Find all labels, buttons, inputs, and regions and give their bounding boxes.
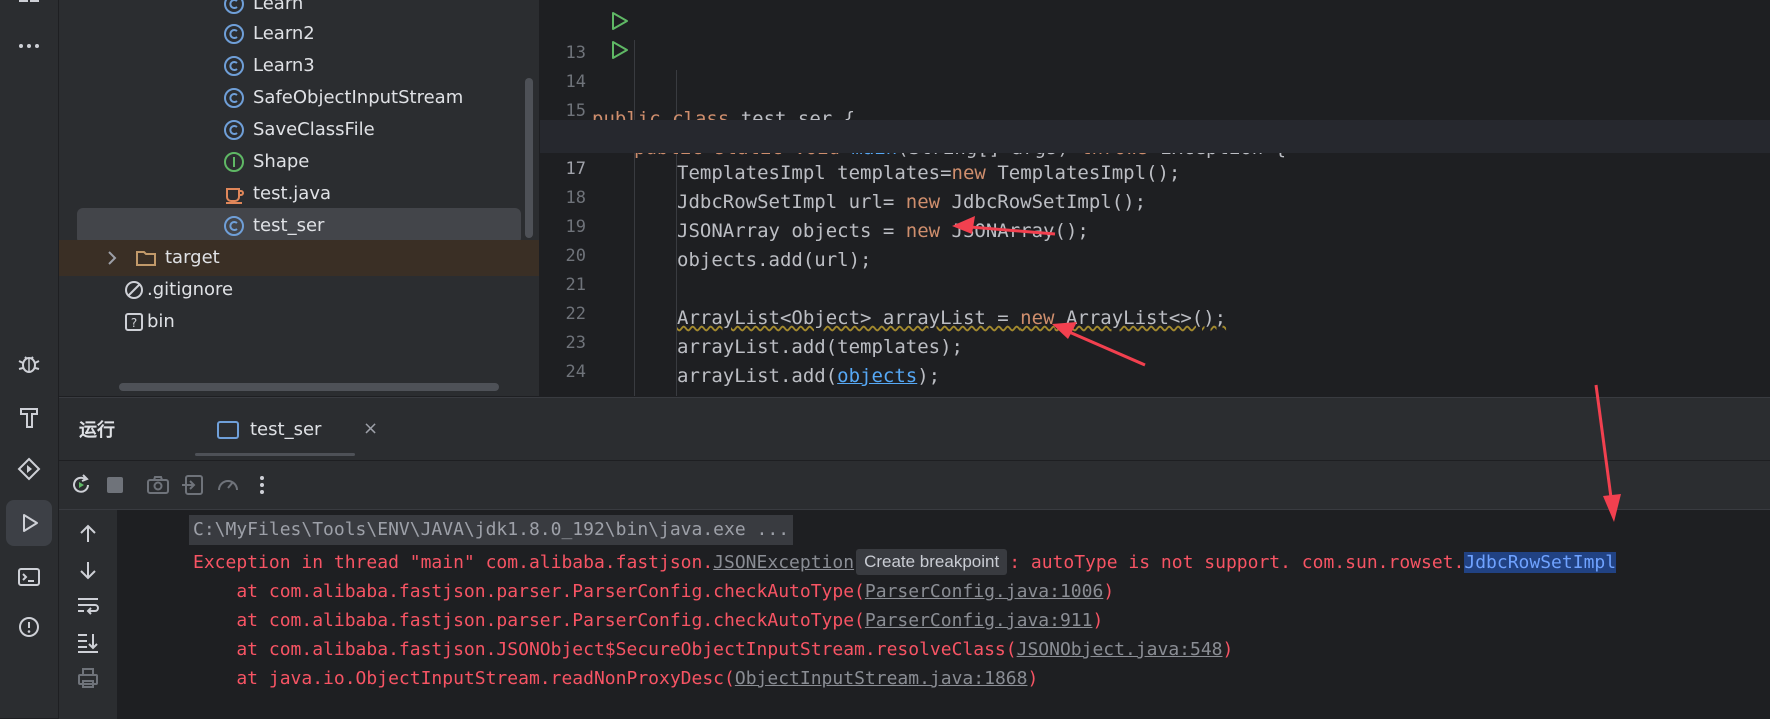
java-class-icon [224, 0, 244, 14]
code-editor[interactable]: 13 public class test_ser { 14 public sta… [540, 0, 1770, 396]
ignore-file-icon [125, 281, 143, 299]
tree-item-learn2[interactable]: Learn2 [59, 16, 539, 52]
stack-trace-line: at java.io.ObjectInputStream.readNonProx… [193, 668, 1039, 689]
horizontal-scrollbar[interactable] [119, 383, 499, 391]
run-side-toolbar [59, 510, 117, 719]
code-link-objects[interactable]: objects [837, 365, 917, 387]
run-header: 运行 test_ser × [59, 398, 1770, 460]
print-icon[interactable] [75, 665, 101, 691]
tree-item-target[interactable]: target [59, 240, 539, 276]
run-panel-title: 运行 [79, 420, 115, 441]
tree-item-safeobjectinputstream[interactable]: SafeObjectInputStream [59, 80, 539, 116]
more-options-icon[interactable] [249, 472, 275, 498]
soft-wrap-icon[interactable] [75, 593, 101, 619]
tree-item-shape[interactable]: Shape [59, 144, 539, 180]
scroll-to-end-icon[interactable] [75, 629, 101, 655]
stack-trace-link[interactable]: ObjectInputStream.java:1868 [735, 668, 1028, 689]
stack-trace-line: at com.alibaba.fastjson.JSONObject$Secur… [193, 639, 1234, 660]
build-icon[interactable] [6, 394, 52, 440]
run-gutter-icon[interactable] [608, 39, 630, 61]
stack-trace-line: at com.alibaba.fastjson.parser.ParserCon… [193, 581, 1115, 602]
tree-item-learn3[interactable]: Learn3 [59, 48, 539, 84]
gauge-icon[interactable] [215, 472, 241, 498]
tool-window-strip [0, 0, 59, 718]
java-file-icon [226, 188, 244, 204]
tab-label: test_ser [250, 419, 322, 440]
java-class-icon [224, 56, 244, 76]
stack-trace-line: at com.alibaba.fastjson.parser.ParserCon… [193, 610, 1104, 631]
java-class-icon [224, 120, 244, 140]
console-command-line: C:\MyFiles\Tools\ENV\JAVA\jdk1.8.0_192\b… [189, 515, 794, 545]
tree-item-gitignore[interactable]: .gitignore [59, 272, 539, 308]
folder-icon [136, 251, 156, 266]
rerun-icon[interactable] [68, 472, 94, 498]
terminal-icon[interactable] [6, 554, 52, 600]
tab-underline [195, 453, 355, 456]
tree-item-bin[interactable]: ? bin [59, 304, 539, 340]
debug-icon[interactable] [6, 340, 52, 386]
tree-item-saveclassfile[interactable]: SaveClassFile [59, 112, 539, 148]
create-breakpoint-tooltip[interactable]: Create breakpoint [856, 549, 1008, 575]
selected-text[interactable]: JdbcRowSetImpl [1464, 552, 1617, 573]
arrow-down-icon[interactable] [75, 557, 101, 583]
code-line[interactable]: 24 [540, 323, 1770, 382]
chevron-right-icon[interactable] [101, 247, 123, 269]
problems-icon[interactable] [6, 602, 52, 648]
java-class-icon [224, 24, 244, 44]
run-tool-window: 运行 test_ser × C:\MyFiles\Tools\ENV\JAVA\… [59, 397, 1770, 719]
java-class-icon [224, 216, 244, 236]
unknown-file-icon: ? [125, 313, 143, 331]
stop-icon[interactable] [102, 472, 128, 498]
stack-trace-link[interactable]: JSONObject.java:548 [1017, 639, 1223, 660]
more-tools-icon[interactable] [6, 23, 52, 69]
login-icon[interactable] [180, 472, 206, 498]
console-exception-line: Exception in thread "main" com.alibaba.f… [193, 547, 1617, 579]
tree-item-test-ser[interactable]: test_ser [59, 208, 539, 244]
camera-icon[interactable] [145, 472, 171, 498]
close-icon[interactable]: × [363, 418, 378, 439]
arrow-up-icon[interactable] [75, 521, 101, 547]
run-toolbar [59, 461, 1770, 510]
console-output[interactable]: C:\MyFiles\Tools\ENV\JAVA\jdk1.8.0_192\b… [117, 510, 1770, 719]
stack-trace-link[interactable]: ParserConfig.java:911 [865, 610, 1093, 631]
stack-trace-link[interactable]: ParserConfig.java:1006 [865, 581, 1103, 602]
tree-item-test-java[interactable]: test.java [59, 176, 539, 212]
run-icon[interactable] [6, 500, 52, 546]
exception-class-link[interactable]: JSONException [713, 552, 854, 573]
console-icon [217, 421, 239, 439]
vertical-scrollbar[interactable] [525, 78, 533, 238]
svg-text:?: ? [131, 316, 137, 330]
run-gutter-icon[interactable] [608, 10, 630, 32]
services-icon[interactable] [6, 446, 52, 492]
project-tree: Learn Learn2 Learn3 SafeObjectInputStrea… [59, 0, 539, 396]
java-class-icon [224, 88, 244, 108]
interface-icon [224, 152, 244, 172]
